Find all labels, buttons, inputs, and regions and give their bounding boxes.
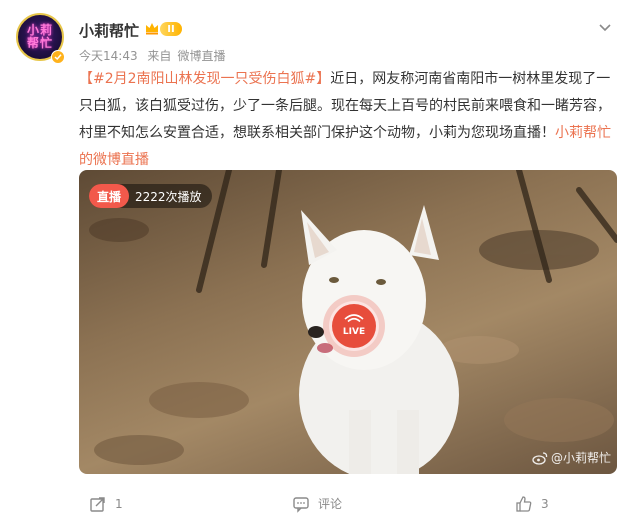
- post-meta: 今天14:43 来自 微博直播: [79, 47, 231, 64]
- watermark-text: @小莉帮忙: [550, 451, 611, 465]
- author-name[interactable]: 小莉帮忙: [79, 20, 139, 41]
- topic-link[interactable]: 【#2月2南阳山林发现一只受伤白狐#】: [79, 71, 330, 87]
- live-play-button[interactable]: LIVE: [329, 301, 379, 351]
- comment-label: 评论: [318, 497, 343, 511]
- avatar-logo-text: 小莉帮忙: [26, 23, 53, 50]
- level-badge[interactable]: II: [160, 22, 182, 36]
- post-text: 【#2月2南阳山林发现一只受伤白狐#】近日，网友称河南省南阳市一树林里发现了一只…: [79, 66, 615, 174]
- source-prefix: 来自: [147, 49, 172, 63]
- action-bar: 1 评论 3: [0, 486, 628, 521]
- video-player[interactable]: 直播 2222次播放 LIVE @小莉帮忙: [79, 170, 617, 474]
- share-count: 1: [115, 496, 123, 511]
- chevron-down-icon[interactable]: [596, 18, 614, 36]
- weibo-logo-icon: [532, 451, 548, 465]
- play-count: 2222次播放: [135, 189, 202, 204]
- share-button[interactable]: 1: [89, 495, 123, 513]
- live-tag: 直播: [89, 184, 130, 208]
- post-source[interactable]: 微博直播: [177, 49, 225, 63]
- like-button[interactable]: 3: [515, 495, 549, 513]
- broadcast-icon: [344, 314, 364, 323]
- watermark: @小莉帮忙: [532, 449, 611, 466]
- post-time[interactable]: 今天14:43: [79, 49, 138, 63]
- thumbs-up-icon: [516, 495, 532, 512]
- comment-button[interactable]: 评论: [292, 495, 342, 513]
- share-icon: [90, 496, 105, 512]
- crown-icon: [146, 23, 158, 35]
- live-badge: 直播 2222次播放: [89, 184, 212, 208]
- comment-icon: [293, 496, 309, 513]
- verified-badge-icon: [51, 50, 65, 64]
- like-count: 3: [541, 496, 549, 511]
